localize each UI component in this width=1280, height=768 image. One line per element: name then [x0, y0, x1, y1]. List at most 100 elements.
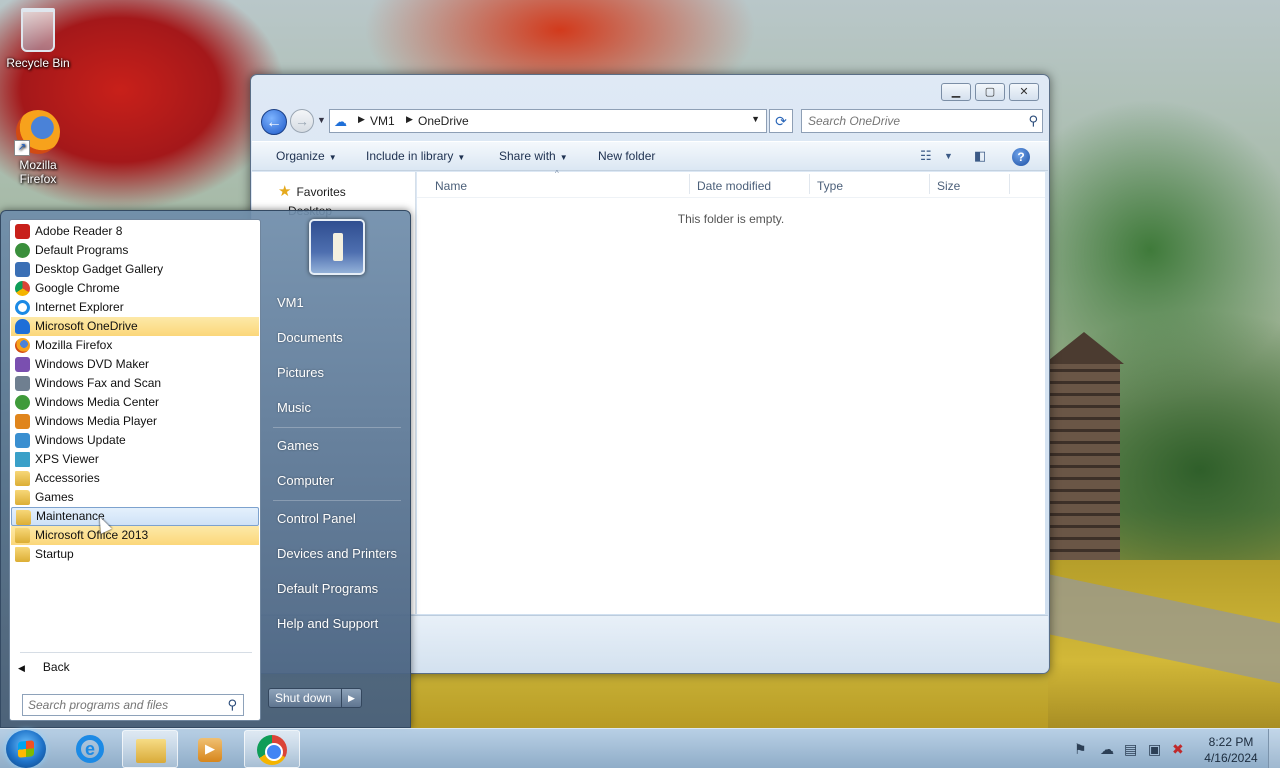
action-center-flag-icon[interactable]: ⚑: [1074, 741, 1087, 758]
taskbar-internet-explorer[interactable]: e: [62, 730, 118, 768]
program-microsoft-onedrive[interactable]: Microsoft OneDrive: [11, 317, 259, 336]
shutdown-label: Shut down: [275, 691, 332, 705]
program-desktop-gadget-gallery[interactable]: Desktop Gadget Gallery: [11, 260, 259, 279]
desktop-icon-recycle-bin[interactable]: Recycle Bin: [0, 8, 76, 70]
start-item-devices-and-printers[interactable]: Devices and Printers: [277, 546, 397, 561]
organize-label: Organize: [276, 149, 325, 163]
address-dropdown-icon[interactable]: ▼: [751, 114, 760, 124]
program-windows-update[interactable]: Windows Update: [11, 431, 259, 450]
column-date-modified[interactable]: Date modified: [697, 179, 771, 193]
column-divider[interactable]: [809, 174, 810, 194]
column-size[interactable]: Size: [937, 179, 960, 193]
star-icon: ★: [278, 183, 292, 200]
folder-icon: [15, 471, 30, 486]
menu-divider: [20, 652, 252, 653]
program-google-chrome[interactable]: Google Chrome: [11, 279, 259, 298]
share-with-button[interactable]: Share with ▼: [499, 149, 568, 163]
chevron-down-icon: ▼: [328, 153, 337, 162]
column-divider[interactable]: [1009, 174, 1010, 194]
user-avatar[interactable]: [309, 219, 365, 275]
program-xps-viewer[interactable]: XPS Viewer: [11, 450, 259, 469]
breadcrumb-onedrive[interactable]: OneDrive: [418, 114, 469, 128]
taskbar-google-chrome[interactable]: [244, 730, 300, 768]
onedrive-tray-icon[interactable]: ☁: [1100, 741, 1114, 758]
search-icon[interactable]: ⚲: [1028, 113, 1038, 129]
folder-accessories[interactable]: Accessories: [11, 469, 259, 488]
start-item-games[interactable]: Games: [277, 438, 319, 453]
help-icon[interactable]: ?: [1012, 148, 1030, 166]
address-bar[interactable]: ☁ ▶ VM1 ▶ OneDrive ▼: [329, 109, 767, 133]
start-button[interactable]: [6, 730, 46, 768]
system-clock[interactable]: 8:22 PM 4/16/2024: [1196, 734, 1266, 766]
maximize-button[interactable]: ▢: [975, 83, 1005, 101]
back-label: Back: [42, 660, 70, 674]
folder-microsoft-office-2013[interactable]: Microsoft Office 2013: [11, 526, 259, 545]
start-item-documents[interactable]: Documents: [277, 330, 343, 345]
chrome-icon: [257, 735, 287, 765]
program-windows-media-center[interactable]: Windows Media Center: [11, 393, 259, 412]
desktop-icon-firefox[interactable]: Mozilla Firefox: [0, 110, 76, 186]
forward-arrow-icon[interactable]: →: [290, 109, 314, 133]
nav-favorites[interactable]: ★ Favorites: [278, 182, 346, 200]
preview-pane-icon[interactable]: ◧: [974, 148, 986, 164]
wallpaper-grass: [410, 672, 1050, 728]
start-item-music[interactable]: Music: [277, 400, 311, 415]
program-label: Microsoft OneDrive: [35, 319, 138, 333]
refresh-icon[interactable]: ⟳: [769, 109, 793, 133]
empty-folder-message: This folder is empty.: [677, 212, 785, 226]
minimize-button[interactable]: ▁: [941, 83, 971, 101]
firefox-icon: [14, 110, 60, 156]
program-windows-fax-and-scan[interactable]: Windows Fax and Scan: [11, 374, 259, 393]
include-in-library-button[interactable]: Include in library ▼: [366, 149, 465, 163]
start-item-computer[interactable]: Computer: [277, 473, 334, 488]
breadcrumb-separator-icon[interactable]: ▶: [406, 114, 413, 125]
close-button[interactable]: ✕: [1009, 83, 1039, 101]
network-icon[interactable]: ▤: [1124, 741, 1137, 758]
view-options-icon[interactable]: ☷: [920, 148, 932, 164]
desktop-icon-label: Mozilla Firefox: [19, 158, 57, 186]
view-dropdown-icon[interactable]: ▼: [944, 151, 953, 161]
search-icon[interactable]: ⚲: [227, 697, 237, 713]
taskbar-windows-explorer[interactable]: [122, 730, 178, 768]
adobe-reader-icon: [15, 224, 30, 239]
search-box[interactable]: ⚲: [801, 109, 1043, 133]
chrome-icon: [15, 281, 30, 296]
program-adobe-reader[interactable]: Adobe Reader 8: [11, 222, 259, 241]
display-icon[interactable]: ▣: [1148, 741, 1161, 758]
program-windows-dvd-maker[interactable]: Windows DVD Maker: [11, 355, 259, 374]
default-programs-icon: [15, 243, 30, 258]
program-mozilla-firefox[interactable]: Mozilla Firefox: [11, 336, 259, 355]
program-windows-media-player[interactable]: Windows Media Player: [11, 412, 259, 431]
column-divider[interactable]: [929, 174, 930, 194]
column-divider[interactable]: [689, 174, 690, 194]
column-name[interactable]: Name: [435, 179, 467, 193]
start-item-pictures[interactable]: Pictures: [277, 365, 324, 380]
shutdown-button[interactable]: Shut down ▶: [268, 688, 362, 708]
start-item-help-and-support[interactable]: Help and Support: [277, 616, 378, 631]
dvd-maker-icon: [15, 357, 30, 372]
program-default-programs[interactable]: Default Programs: [11, 241, 259, 260]
shutdown-options-arrow-icon[interactable]: ▶: [341, 689, 361, 707]
back-arrow-icon[interactable]: ←: [261, 109, 287, 135]
start-search-box[interactable]: ⚲: [22, 694, 244, 716]
back-button[interactable]: ◀ Back: [18, 660, 70, 674]
program-label: Windows DVD Maker: [35, 357, 150, 371]
breadcrumb-vm1[interactable]: VM1: [370, 114, 395, 128]
start-item-default-programs[interactable]: Default Programs: [277, 581, 378, 596]
folder-maintenance[interactable]: Maintenance: [11, 507, 259, 526]
folder-games[interactable]: Games: [11, 488, 259, 507]
program-internet-explorer[interactable]: Internet Explorer: [11, 298, 259, 317]
recent-pages-dropdown-icon[interactable]: ▼: [317, 115, 326, 125]
column-type[interactable]: Type: [817, 179, 843, 193]
volume-muted-icon[interactable]: ✖: [1172, 741, 1184, 758]
new-folder-button[interactable]: New folder: [598, 149, 655, 163]
show-desktop-button[interactable]: [1268, 729, 1280, 768]
taskbar-media-player[interactable]: [182, 730, 238, 768]
search-input[interactable]: [808, 111, 1018, 131]
breadcrumb-separator-icon[interactable]: ▶: [358, 114, 365, 125]
organize-button[interactable]: Organize ▼: [276, 149, 337, 163]
start-item-control-panel[interactable]: Control Panel: [277, 511, 356, 526]
start-item-user[interactable]: VM1: [277, 295, 304, 310]
folder-startup[interactable]: Startup: [11, 545, 259, 564]
start-search-input[interactable]: [28, 696, 218, 714]
